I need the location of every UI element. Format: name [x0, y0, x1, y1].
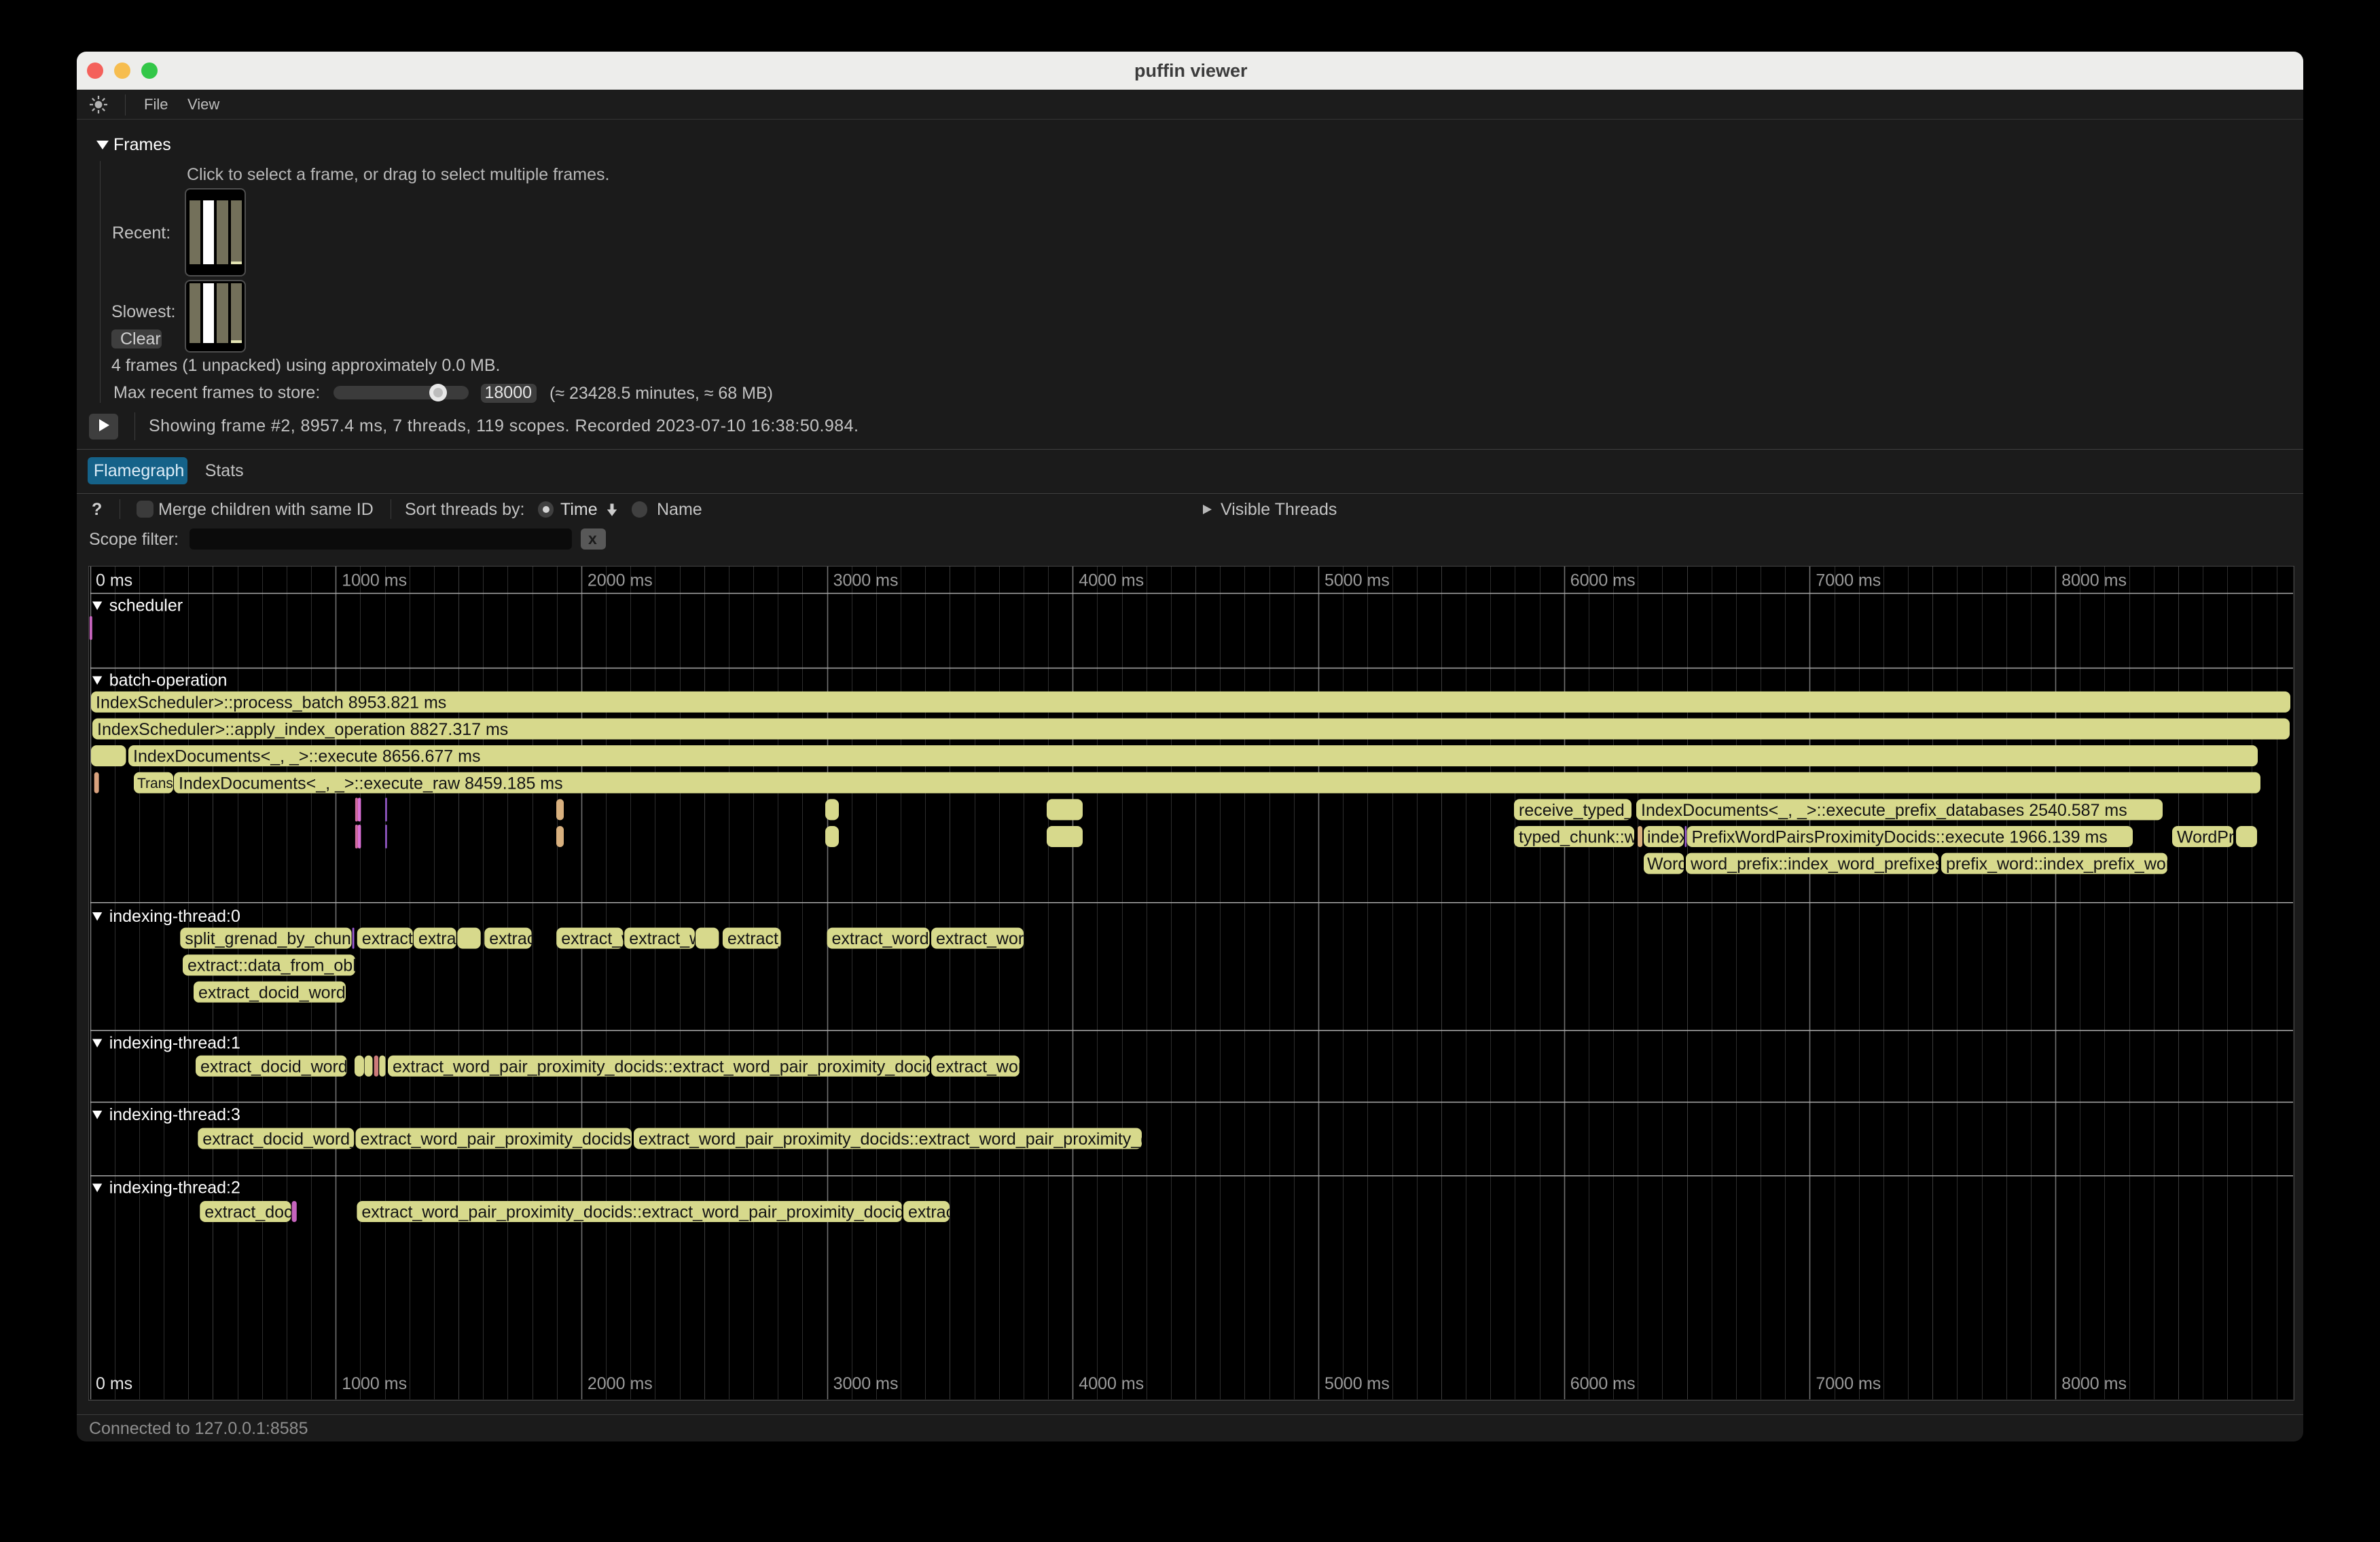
svg-text:7000 ms: 7000 ms — [1816, 571, 1881, 590]
svg-text:1000 ms: 1000 ms — [342, 571, 407, 590]
svg-text:3000 ms: 3000 ms — [833, 1374, 899, 1393]
svg-text:indexing-thread:1: indexing-thread:1 — [109, 1034, 240, 1053]
svg-text:IndexDocuments<_, _>::execute_: IndexDocuments<_, _>::execute_raw 8459.1… — [179, 774, 563, 793]
svg-text:6000 ms: 6000 ms — [1570, 571, 1636, 590]
svg-text:scheduler: scheduler — [109, 596, 183, 615]
svg-text:3000 ms: 3000 ms — [833, 571, 899, 590]
svg-text:Trans: Trans — [137, 776, 173, 791]
svg-text:indexing-thread:0: indexing-thread:0 — [109, 907, 240, 926]
svg-text:IndexDocuments<_, _>::execute_: IndexDocuments<_, _>::execute_prefix_dat… — [1641, 801, 2127, 820]
svg-text:split_grenad_by_chunks: split_grenad_by_chunks — [185, 929, 368, 948]
svg-text:prefix_word::index_prefix_word: prefix_word::index_prefix_words — [1946, 855, 2190, 874]
svg-text:8000 ms: 8000 ms — [2061, 1374, 2127, 1393]
svg-text:PrefixWordPairsProximityDocids: PrefixWordPairsProximityDocids::execute … — [1692, 828, 2108, 847]
svg-text:extract_word_pair_proximity_do: extract_word_pair_proximity_docids::extr… — [638, 1130, 1189, 1149]
svg-text:4000 ms: 4000 ms — [1079, 1374, 1144, 1393]
svg-text:6000 ms: 6000 ms — [1570, 1374, 1636, 1393]
svg-text:0 ms: 0 ms — [96, 1374, 132, 1393]
svg-text:0 ms: 0 ms — [96, 571, 132, 590]
svg-text:indexing-thread:3: indexing-thread:3 — [109, 1105, 240, 1124]
svg-text:extract_word_pair_proximity_do: extract_word_pair_proximity_docids::extr… — [393, 1057, 943, 1076]
svg-text:1000 ms: 1000 ms — [342, 1374, 407, 1393]
svg-text:5000 ms: 5000 ms — [1324, 571, 1390, 590]
svg-text:2000 ms: 2000 ms — [588, 571, 653, 590]
svg-text:IndexScheduler>::apply_index_o: IndexScheduler>::apply_index_operation 8… — [97, 720, 508, 739]
svg-text:5000 ms: 5000 ms — [1324, 1374, 1390, 1393]
svg-text:4000 ms: 4000 ms — [1079, 571, 1144, 590]
svg-text:7000 ms: 7000 ms — [1816, 1374, 1881, 1393]
svg-text:word_prefix::index_word_prefix: word_prefix::index_word_prefixes — [1690, 855, 1943, 874]
svg-text:IndexScheduler>::process_batch: IndexScheduler>::process_batch 8953.821 … — [96, 693, 446, 712]
svg-text:2000 ms: 2000 ms — [588, 1374, 653, 1393]
svg-text:IndexDocuments<_, _>::execute: IndexDocuments<_, _>::execute 8656.677 m… — [133, 747, 480, 766]
svg-text:extract_word_pair_proximity_do: extract_word_pair_proximity_docids::extr… — [361, 1203, 912, 1222]
svg-text:batch-operation: batch-operation — [109, 671, 228, 690]
svg-text:8000 ms: 8000 ms — [2061, 571, 2127, 590]
svg-text:indexing-thread:2: indexing-thread:2 — [109, 1179, 240, 1198]
